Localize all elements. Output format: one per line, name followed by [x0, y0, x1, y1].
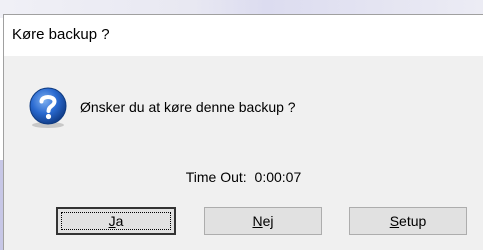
question-icon: [29, 87, 67, 128]
nej-button[interactable]: Nej: [204, 207, 322, 235]
nej-label-rest: ej: [262, 213, 274, 229]
setup-label-rest: etup: [399, 213, 427, 229]
setup-button[interactable]: Setup: [349, 207, 467, 235]
window-title: Køre backup ?: [12, 26, 110, 43]
timeout-readout: Time Out: 0:00:07: [4, 169, 483, 185]
setup-accel: S: [389, 213, 400, 229]
backup-dialog: Køre backup ? Ønsker du at køre denne ba…: [3, 14, 483, 250]
ja-accel: J: [108, 213, 116, 229]
timeout-value: 0:00:07: [254, 169, 302, 185]
ja-button[interactable]: Ja: [56, 207, 176, 235]
timeout-label: Time Out:: [185, 169, 247, 185]
confirm-message: Ønsker du at køre denne backup ?: [80, 99, 296, 115]
title-bar[interactable]: Køre backup ?: [4, 15, 483, 56]
ja-label-rest: a: [115, 213, 124, 229]
nej-accel: N: [252, 213, 263, 229]
